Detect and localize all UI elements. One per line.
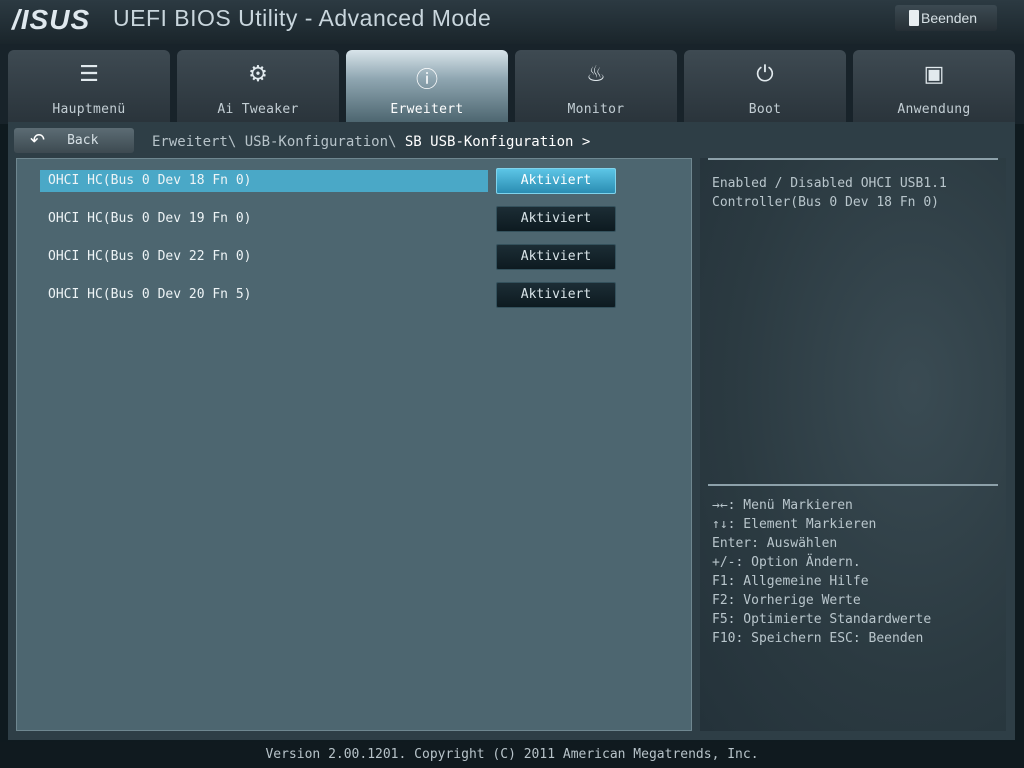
advanced-icon: ⓘ bbox=[415, 68, 438, 93]
key-hint: Enter: Auswählen bbox=[712, 536, 838, 551]
tab-label: Boot bbox=[748, 102, 782, 117]
key-hint: →←: Menü Markieren bbox=[712, 498, 853, 513]
key-hint: F1: Allgemeine Hilfe bbox=[712, 574, 869, 589]
tab-label: Anwendung bbox=[897, 102, 971, 117]
back-arrow-icon: ↶ bbox=[30, 130, 46, 151]
key-hint: +/-: Option Ändern. bbox=[712, 555, 861, 570]
title-bar: /ISUS UEFI BIOS Utility - Advanced Mode … bbox=[0, 0, 1024, 44]
setting-value-dev20[interactable]: Aktiviert bbox=[496, 282, 616, 308]
back-label: Back bbox=[67, 133, 99, 148]
key-hint: F10: Speichern ESC: Beenden bbox=[712, 631, 924, 646]
setting-value-dev19[interactable]: Aktiviert bbox=[496, 206, 616, 232]
list-icon: ☰ bbox=[79, 62, 99, 87]
tab-ai-tweaker[interactable]: ⚙ Ai Tweaker bbox=[177, 50, 339, 122]
setting-label-dev19[interactable]: OHCI HC(Bus 0 Dev 19 Fn 0) bbox=[40, 208, 488, 230]
asus-logo: /ISUS bbox=[12, 4, 91, 35]
setting-value-dev22[interactable]: Aktiviert bbox=[496, 244, 616, 270]
help-divider-top bbox=[708, 158, 998, 160]
back-button[interactable]: ↶ Back bbox=[14, 128, 134, 153]
setting-label-dev22[interactable]: OHCI HC(Bus 0 Dev 22 Fn 0) bbox=[40, 246, 488, 268]
exit-label: Beenden bbox=[921, 10, 978, 26]
breadcrumb: Erweitert\ USB-Konfiguration\ SB USB-Kon… bbox=[152, 134, 590, 150]
key-legend: →←: Menü Markieren ↑↓: Element Markieren… bbox=[712, 496, 931, 648]
exit-button[interactable]: Beenden bbox=[895, 5, 997, 31]
tab-label: Ai Tweaker bbox=[217, 102, 299, 117]
setting-label-dev18[interactable]: OHCI HC(Bus 0 Dev 18 Fn 0) bbox=[40, 170, 488, 192]
tab-hauptmenu[interactable]: ☰ Hauptmenü bbox=[8, 50, 170, 122]
tab-label: Monitor bbox=[567, 102, 625, 117]
power-icon: ⏻ bbox=[756, 62, 774, 87]
tab-anwendung[interactable]: ▣ Anwendung bbox=[853, 50, 1015, 122]
tab-boot[interactable]: ⏻ Boot bbox=[684, 50, 846, 122]
monitor-icon: ♨ bbox=[586, 62, 606, 87]
help-description: Enabled / Disabled OHCI USB1.1 Controlle… bbox=[712, 176, 947, 210]
help-panel: Enabled / Disabled OHCI USB1.1 Controlle… bbox=[700, 158, 1006, 731]
tweaker-icon: ⚙ bbox=[248, 62, 268, 87]
setting-value-dev18[interactable]: Aktiviert bbox=[496, 168, 616, 194]
tab-monitor[interactable]: ♨ Monitor bbox=[515, 50, 677, 122]
tab-label: Erweitert bbox=[390, 102, 464, 117]
breadcrumb-path[interactable]: Erweitert\ USB-Konfiguration\ bbox=[152, 134, 396, 150]
tab-erweitert[interactable]: ⓘ Erweitert bbox=[346, 50, 508, 122]
door-icon bbox=[909, 10, 919, 26]
version-footer: Version 2.00.1201. Copyright (C) 2011 Am… bbox=[0, 742, 1024, 768]
key-hint: ↑↓: Element Markieren bbox=[712, 517, 877, 532]
app-title: UEFI BIOS Utility - Advanced Mode bbox=[113, 5, 492, 31]
setting-label-dev20[interactable]: OHCI HC(Bus 0 Dev 20 Fn 5) bbox=[40, 284, 488, 306]
help-divider-bottom bbox=[708, 484, 998, 486]
tab-label: Hauptmenü bbox=[52, 102, 126, 117]
toolbox-icon: ▣ bbox=[923, 62, 945, 87]
breadcrumb-current: SB USB-Konfiguration > bbox=[404, 134, 591, 150]
key-hint: F5: Optimierte Standardwerte bbox=[712, 612, 932, 627]
key-hint: F2: Vorherige Werte bbox=[712, 593, 861, 608]
